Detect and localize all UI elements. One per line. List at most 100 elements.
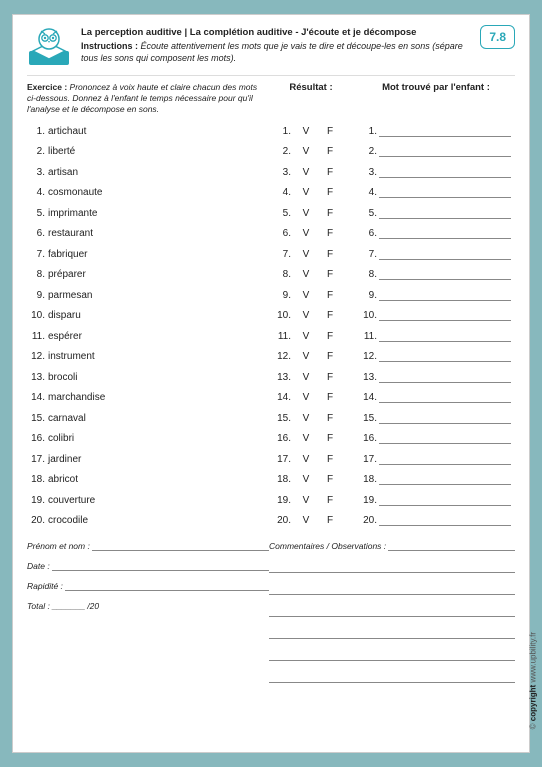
result-false[interactable]: F: [321, 208, 339, 219]
found-word-line[interactable]: [379, 372, 511, 383]
found-word-cell[interactable]: 18.: [357, 474, 515, 485]
result-false[interactable]: F: [321, 187, 339, 198]
found-word-line[interactable]: [379, 310, 511, 321]
result-true[interactable]: V: [297, 372, 315, 383]
found-word-line[interactable]: [379, 331, 511, 342]
result-true[interactable]: V: [297, 454, 315, 465]
result-false[interactable]: F: [321, 228, 339, 239]
result-true[interactable]: V: [297, 126, 315, 137]
found-word-line[interactable]: [379, 249, 511, 260]
found-word-line[interactable]: [379, 433, 511, 444]
found-word-cell[interactable]: 13.: [357, 372, 515, 383]
result-true[interactable]: V: [297, 290, 315, 301]
result-cell[interactable]: 19.VF: [265, 495, 357, 506]
result-false[interactable]: F: [321, 351, 339, 362]
result-true[interactable]: V: [297, 433, 315, 444]
found-word-cell[interactable]: 17.: [357, 454, 515, 465]
found-word-cell[interactable]: 6.: [357, 228, 515, 239]
found-word-line[interactable]: [379, 208, 511, 219]
result-true[interactable]: V: [297, 474, 315, 485]
found-word-line[interactable]: [379, 495, 511, 506]
comments-line[interactable]: [269, 647, 515, 661]
result-false[interactable]: F: [321, 515, 339, 526]
found-word-line[interactable]: [379, 228, 511, 239]
result-true[interactable]: V: [297, 249, 315, 260]
result-cell[interactable]: 7.VF: [265, 249, 357, 260]
result-cell[interactable]: 9.VF: [265, 290, 357, 301]
comments-line[interactable]: [269, 669, 515, 683]
result-cell[interactable]: 17.VF: [265, 454, 357, 465]
total-field[interactable]: Total : _______ /20: [27, 599, 269, 611]
result-cell[interactable]: 15.VF: [265, 413, 357, 424]
found-word-cell[interactable]: 8.: [357, 269, 515, 280]
found-word-line[interactable]: [379, 474, 511, 485]
result-true[interactable]: V: [297, 146, 315, 157]
found-word-line[interactable]: [379, 290, 511, 301]
found-word-line[interactable]: [379, 167, 511, 178]
result-false[interactable]: F: [321, 474, 339, 485]
result-cell[interactable]: 14.VF: [265, 392, 357, 403]
result-cell[interactable]: 18.VF: [265, 474, 357, 485]
result-false[interactable]: F: [321, 433, 339, 444]
found-word-cell[interactable]: 19.: [357, 495, 515, 506]
found-word-line[interactable]: [379, 392, 511, 403]
rapidite-field[interactable]: Rapidité :: [27, 579, 269, 591]
result-cell[interactable]: 12.VF: [265, 351, 357, 362]
result-cell[interactable]: 1.VF: [265, 126, 357, 137]
found-word-line[interactable]: [379, 187, 511, 198]
result-true[interactable]: V: [297, 495, 315, 506]
found-word-cell[interactable]: 3.: [357, 167, 515, 178]
found-word-cell[interactable]: 2.: [357, 146, 515, 157]
result-true[interactable]: V: [297, 515, 315, 526]
result-true[interactable]: V: [297, 228, 315, 239]
found-word-cell[interactable]: 5.: [357, 208, 515, 219]
found-word-cell[interactable]: 15.: [357, 413, 515, 424]
comments-line[interactable]: [269, 581, 515, 595]
result-cell[interactable]: 10.VF: [265, 310, 357, 321]
result-true[interactable]: V: [297, 351, 315, 362]
result-false[interactable]: F: [321, 310, 339, 321]
result-false[interactable]: F: [321, 269, 339, 280]
result-false[interactable]: F: [321, 249, 339, 260]
result-false[interactable]: F: [321, 372, 339, 383]
result-true[interactable]: V: [297, 208, 315, 219]
found-word-cell[interactable]: 12.: [357, 351, 515, 362]
result-cell[interactable]: 11.VF: [265, 331, 357, 342]
found-word-cell[interactable]: 10.: [357, 310, 515, 321]
result-cell[interactable]: 20.VF: [265, 515, 357, 526]
found-word-cell[interactable]: 20.: [357, 515, 515, 526]
found-word-cell[interactable]: 11.: [357, 331, 515, 342]
result-true[interactable]: V: [297, 413, 315, 424]
comments-line[interactable]: [269, 625, 515, 639]
result-true[interactable]: V: [297, 310, 315, 321]
result-cell[interactable]: 6.VF: [265, 228, 357, 239]
found-word-cell[interactable]: 9.: [357, 290, 515, 301]
result-true[interactable]: V: [297, 331, 315, 342]
result-false[interactable]: F: [321, 146, 339, 157]
result-false[interactable]: F: [321, 331, 339, 342]
date-field[interactable]: Date :: [27, 559, 269, 571]
result-cell[interactable]: 5.VF: [265, 208, 357, 219]
result-false[interactable]: F: [321, 454, 339, 465]
found-word-line[interactable]: [379, 515, 511, 526]
found-word-cell[interactable]: 1.: [357, 126, 515, 137]
found-word-cell[interactable]: 4.: [357, 187, 515, 198]
result-cell[interactable]: 16.VF: [265, 433, 357, 444]
found-word-line[interactable]: [379, 454, 511, 465]
prenom-field[interactable]: Prénom et nom :: [27, 539, 269, 551]
result-true[interactable]: V: [297, 167, 315, 178]
result-cell[interactable]: 2.VF: [265, 146, 357, 157]
result-false[interactable]: F: [321, 392, 339, 403]
result-cell[interactable]: 3.VF: [265, 167, 357, 178]
found-word-line[interactable]: [379, 269, 511, 280]
result-cell[interactable]: 8.VF: [265, 269, 357, 280]
result-false[interactable]: F: [321, 495, 339, 506]
result-true[interactable]: V: [297, 269, 315, 280]
result-true[interactable]: V: [297, 392, 315, 403]
found-word-cell[interactable]: 7.: [357, 249, 515, 260]
found-word-line[interactable]: [379, 413, 511, 424]
result-false[interactable]: F: [321, 167, 339, 178]
result-false[interactable]: F: [321, 413, 339, 424]
result-cell[interactable]: 13.VF: [265, 372, 357, 383]
comments-line[interactable]: [269, 603, 515, 617]
